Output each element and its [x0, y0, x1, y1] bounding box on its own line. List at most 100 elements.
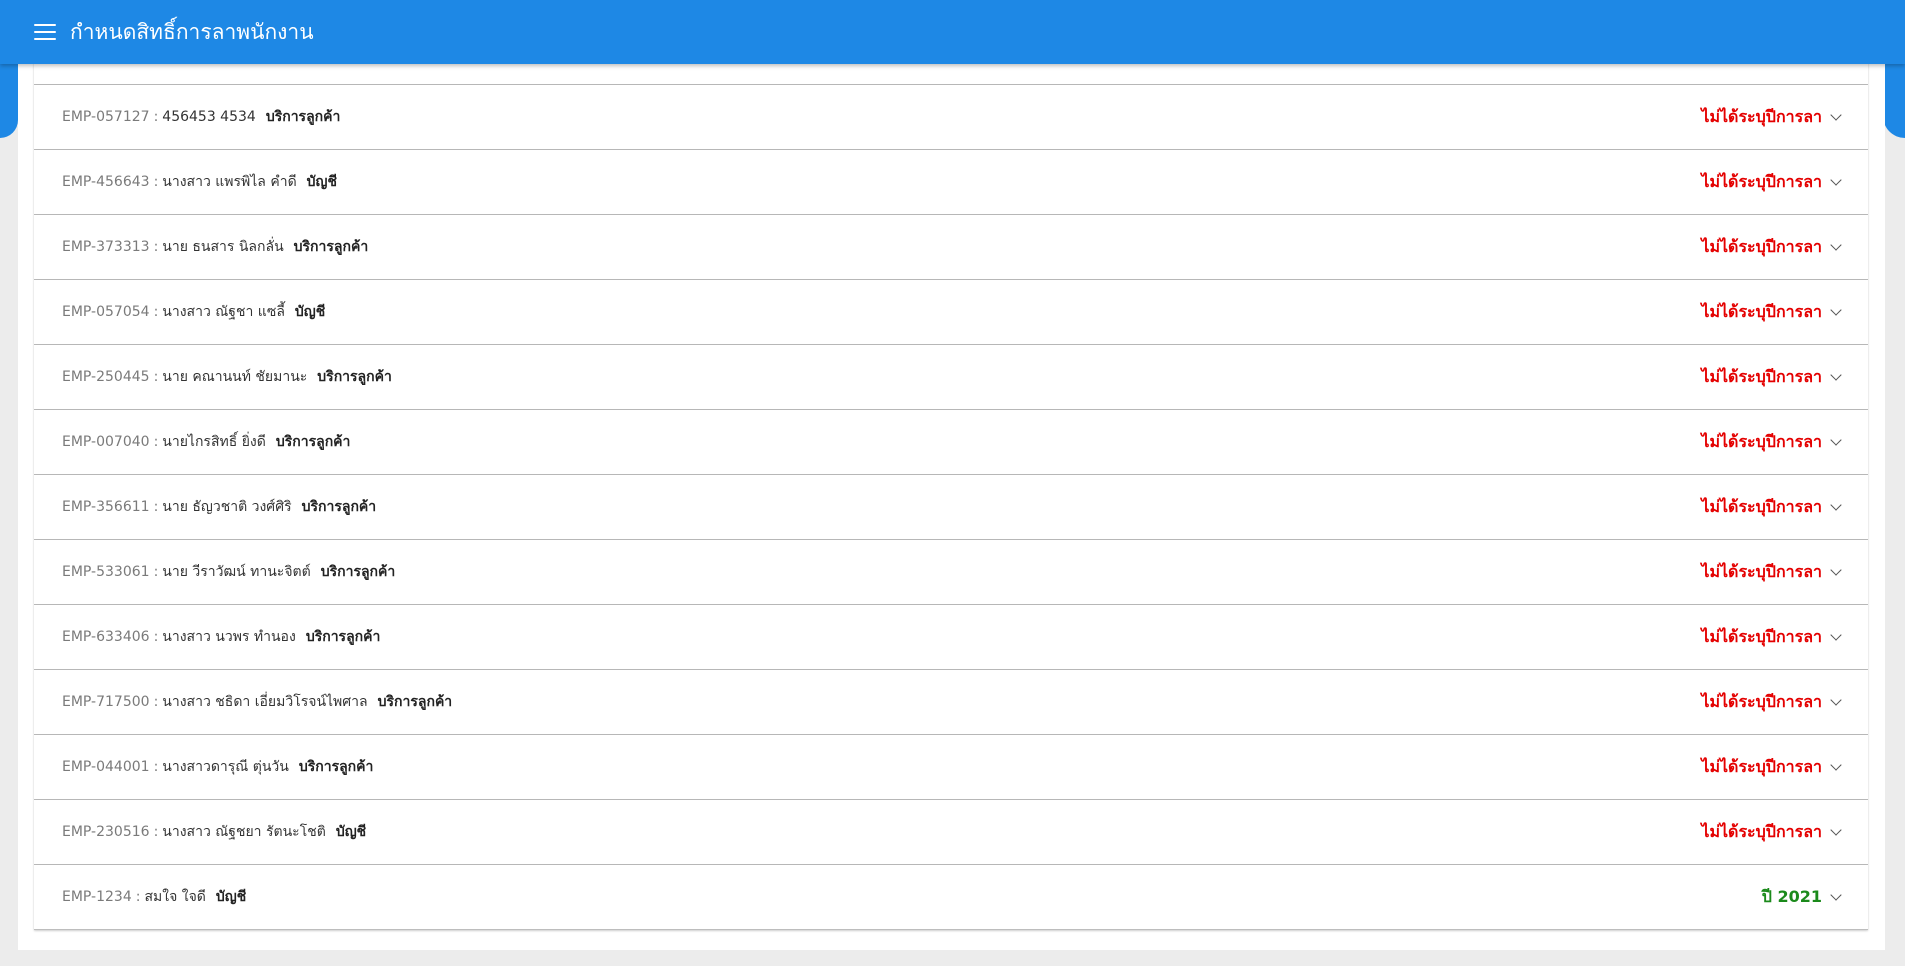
leave-year-selector[interactable]: ไม่ได้ระบุปีการลา — [1701, 365, 1842, 390]
employee-name: นางสาว ชธิดา เอี่ยมวิโรจน์ไพศาล — [162, 694, 368, 710]
employee-department: บริการลูกค้า — [293, 239, 369, 255]
chevron-down-icon[interactable] — [1830, 174, 1842, 186]
employee-row[interactable]: EMP-057054: นางสาว ณัฐชา แซลี้ บัญชี ไม่ได้… — [34, 280, 1868, 345]
employee-info: EMP-356611: นาย ธัญวชาติ วงศ์ศิริ บริการลู… — [62, 496, 376, 518]
leave-year-selector[interactable]: ไม่ได้ระบุปีการลา — [1701, 755, 1842, 780]
leave-year-status: ไม่ได้ระบุปีการลา — [1701, 756, 1822, 776]
employee-info: EMP-1234: สมใจ ใจดี บัญชี — [62, 886, 246, 908]
employee-row[interactable]: EMP-717500: นางสาว ชธิดา เอี่ยมวิโรจน์ไพศ… — [34, 670, 1868, 735]
leave-year-status: ไม่ได้ระบุปีการลา — [1701, 236, 1822, 256]
employee-info: EMP-533061: นาย วีราวัฒน์ ทานะจิตต์ บริการ… — [62, 561, 395, 583]
employee-name: สมใจ ใจดี — [144, 889, 206, 905]
employee-info: EMP-373313: นาย ธนสาร นิลกลั่น บริการลูกค้… — [62, 236, 368, 258]
employee-info: EMP-057054: นางสาว ณัฐชา แซลี้ บัญชี — [62, 301, 325, 323]
separator: : — [135, 889, 141, 905]
chevron-down-icon[interactable] — [1830, 824, 1842, 836]
hamburger-menu-icon[interactable] — [34, 24, 56, 40]
employee-department: บริการลูกค้า — [320, 564, 396, 580]
employee-id: EMP-373313 — [62, 239, 150, 255]
separator: : — [153, 824, 159, 840]
employee-department: บริการลูกค้า — [305, 629, 381, 645]
employee-row[interactable]: EMP-044001: นางสาวดารุณี ตุ่นวัน บริการลูก… — [34, 735, 1868, 800]
employee-row[interactable]: EMP-533061: นาย วีราวัฒน์ ทานะจิตต์ บริการ… — [34, 540, 1868, 605]
leave-year-selector[interactable]: ไม่ได้ระบุปีการลา — [1701, 560, 1842, 585]
employee-department: บริการลูกค้า — [265, 109, 341, 125]
leave-year-selector[interactable]: ไม่ได้ระบุปีการลา — [1701, 820, 1842, 845]
chevron-down-icon[interactable] — [1830, 694, 1842, 706]
chevron-down-icon[interactable] — [1830, 499, 1842, 511]
employee-name: นางสาว นวพร ทำนอง — [162, 629, 296, 645]
employee-id: EMP-1234 — [62, 889, 132, 905]
employee-id: EMP-633406 — [62, 629, 150, 645]
chevron-down-icon[interactable] — [1830, 304, 1842, 316]
chevron-down-icon[interactable] — [1830, 759, 1842, 771]
employee-name: นางสาว ณัฐชยา รัตนะโชติ — [162, 824, 326, 840]
employee-info: EMP-456643: นางสาว แพรพิไล คำดี บัญชี — [62, 171, 337, 193]
separator: : — [153, 174, 159, 190]
employee-id: EMP-533061 — [62, 564, 150, 580]
leave-year-selector[interactable]: ไม่ได้ระบุปีการลา — [1701, 690, 1842, 715]
employee-row[interactable]: EMP-007040: นายไกรสิทธิ์ ยิ่งดี บริการลูกค… — [34, 410, 1868, 475]
employee-info: EMP-007040: นายไกรสิทธิ์ ยิ่งดี บริการลูกค… — [62, 431, 350, 453]
leave-year-selector[interactable]: ไม่ได้ระบุปีการลา — [1701, 170, 1842, 195]
employee-name: 456453 4534 — [162, 109, 256, 125]
chevron-down-icon[interactable] — [1830, 239, 1842, 251]
employee-id: EMP-456643 — [62, 174, 150, 190]
employee-row[interactable]: EMP-373313: นาย ธนสาร นิลกลั่น บริการลูกค้… — [34, 215, 1868, 280]
employee-id: EMP-250445 — [62, 369, 150, 385]
separator: : — [153, 434, 159, 450]
employee-info: EMP-250445: นาย คณานนท์ ชัยมานะ บริการลูกค… — [62, 366, 392, 388]
employee-name: นาย ธนสาร นิลกลั่น — [162, 239, 284, 255]
leave-year-selector[interactable]: ไม่ได้ระบุปีการลา — [1701, 300, 1842, 325]
employee-row[interactable]: EMP-250445: นาย คณานนท์ ชัยมานะ บริการลูกค… — [34, 345, 1868, 410]
employee-name: นายไกรสิทธิ์ ยิ่งดี — [162, 434, 266, 450]
employee-info: EMP-230516: นางสาว ณัฐชยา รัตนะโชติ บัญชี — [62, 821, 366, 843]
app-bar: กำหนดสิทธิ์การลาพนักงาน — [0, 0, 1905, 64]
employee-row[interactable]: EMP-057127:456453 4534 บริการลูกค้า ไม่ได้… — [34, 85, 1868, 150]
separator: : — [153, 304, 159, 320]
employee-department: บริการลูกค้า — [298, 759, 374, 775]
leave-year-status: ปี 2021 — [1761, 886, 1822, 906]
separator: : — [153, 759, 159, 775]
employee-row[interactable]: EMP-230516: นางสาว ณัฐชยา รัตนะโชติ บัญชี ไ… — [34, 800, 1868, 865]
leave-year-selector[interactable]: ไม่ได้ระบุปีการลา — [1701, 495, 1842, 520]
chevron-down-icon[interactable] — [1830, 369, 1842, 381]
separator: : — [153, 109, 159, 125]
leave-year-status: ไม่ได้ระบุปีการลา — [1701, 561, 1822, 581]
leave-year-selector[interactable]: ไม่ได้ระบุปีการลา — [1701, 430, 1842, 455]
employee-id: EMP-057127 — [62, 109, 150, 125]
separator: : — [153, 369, 159, 385]
employee-info: EMP-044001: นางสาวดารุณี ตุ่นวัน บริการลูก… — [62, 756, 373, 778]
leave-year-selector[interactable]: ปี 2021 — [1761, 885, 1842, 910]
employee-list: EMP-057127:456453 4534 บริการลูกค้า ไม่ได้… — [34, 42, 1868, 930]
employee-row[interactable]: EMP-456643: นางสาว แพรพิไล คำดี บัญชี ไม่ได… — [34, 150, 1868, 215]
chevron-down-icon[interactable] — [1830, 109, 1842, 121]
employee-info: EMP-057127:456453 4534 บริการลูกค้า — [62, 106, 340, 128]
separator: : — [153, 564, 159, 580]
leave-year-status: ไม่ได้ระบุปีการลา — [1701, 301, 1822, 321]
employee-id: EMP-007040 — [62, 434, 150, 450]
chevron-down-icon[interactable] — [1830, 434, 1842, 446]
leave-year-selector[interactable]: ไม่ได้ระบุปีการลา — [1701, 625, 1842, 650]
leave-year-selector[interactable]: ไม่ได้ระบุปีการลา — [1701, 235, 1842, 260]
separator: : — [153, 499, 159, 515]
leave-year-status: ไม่ได้ระบุปีการลา — [1701, 626, 1822, 646]
employee-department: บัญชี — [306, 174, 337, 190]
leave-year-status: ไม่ได้ระบุปีการลา — [1701, 106, 1822, 126]
chevron-down-icon[interactable] — [1830, 564, 1842, 576]
chevron-down-icon[interactable] — [1830, 629, 1842, 641]
separator: : — [153, 694, 159, 710]
employee-row[interactable]: EMP-356611: นาย ธัญวชาติ วงศ์ศิริ บริการลู… — [34, 475, 1868, 540]
leave-year-selector[interactable]: ไม่ได้ระบุปีการลา — [1701, 105, 1842, 130]
leave-year-status: ไม่ได้ระบุปีการลา — [1701, 496, 1822, 516]
employee-name: นางสาว ณัฐชา แซลี้ — [162, 304, 285, 320]
employee-row[interactable]: EMP-633406: นางสาว นวพร ทำนอง บริการลูกค้า… — [34, 605, 1868, 670]
employee-row[interactable]: EMP-1234: สมใจ ใจดี บัญชี ปี 2021 — [34, 865, 1868, 930]
page-title: กำหนดสิทธิ์การลาพนักงาน — [70, 19, 314, 44]
employee-department: บริการลูกค้า — [317, 369, 392, 385]
employee-info: EMP-633406: นางสาว นวพร ทำนอง บริการลูกค้า — [62, 626, 380, 648]
employee-name: นาย ธัญวชาติ วงศ์ศิริ — [162, 499, 292, 515]
chevron-down-icon[interactable] — [1830, 889, 1842, 901]
header-accent-left — [0, 60, 18, 138]
employee-department: บริการลูกค้า — [275, 434, 351, 450]
